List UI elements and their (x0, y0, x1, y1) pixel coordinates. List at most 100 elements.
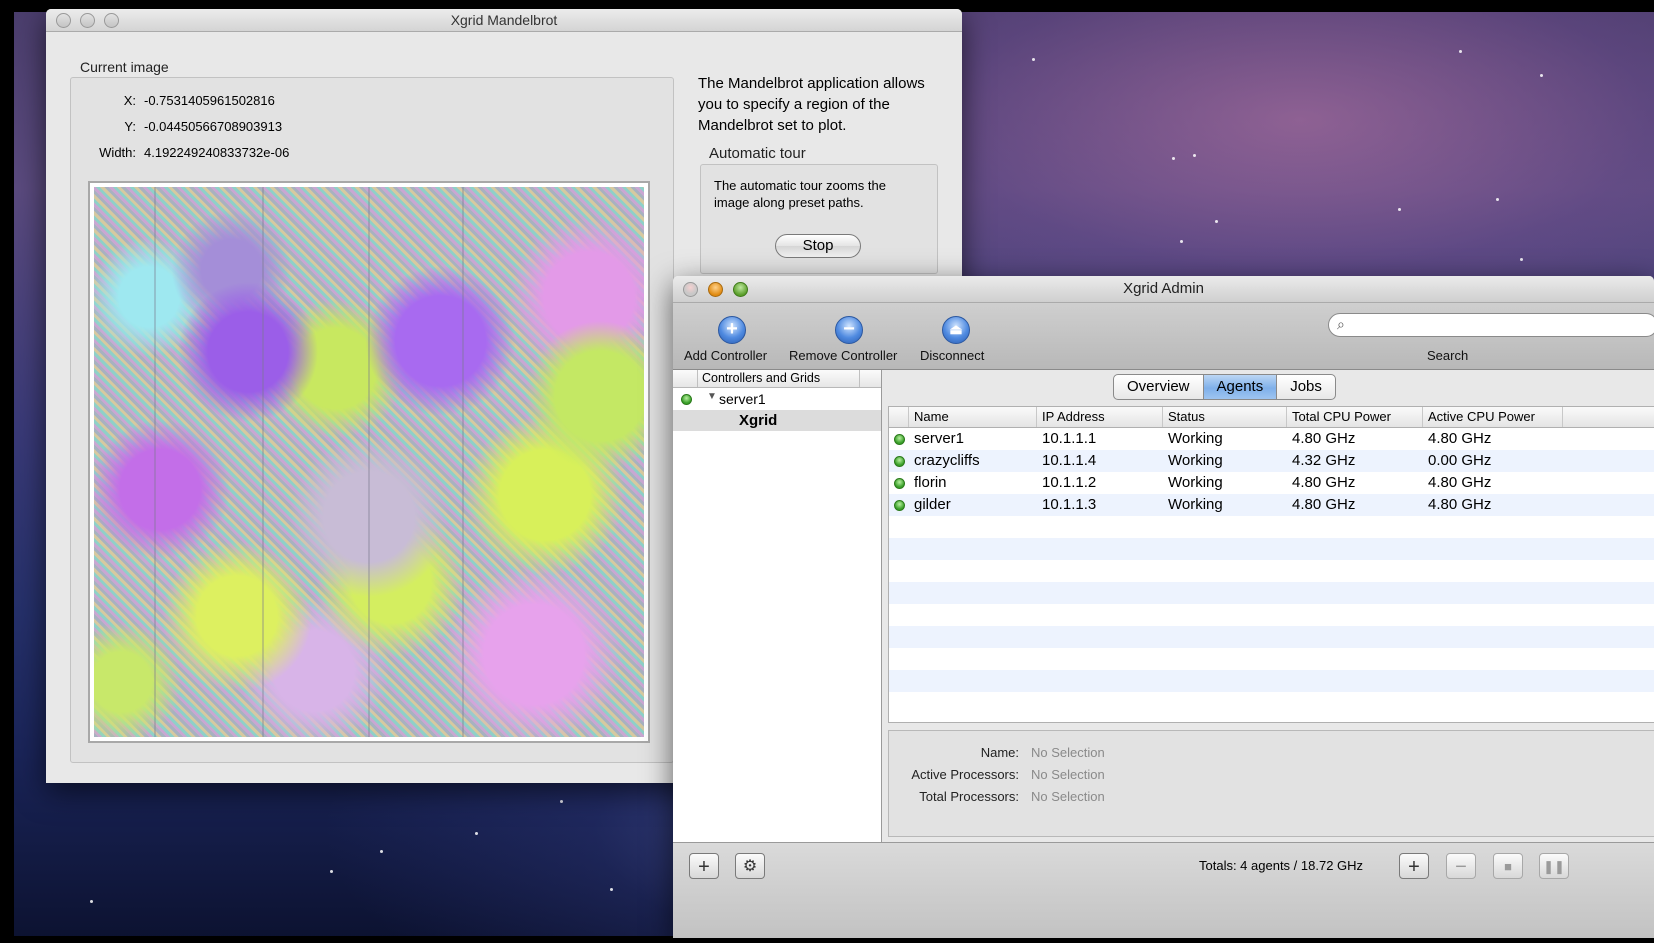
empty-row (889, 648, 1654, 670)
xgrid-admin-window: Xgrid Admin + Add Controller − Remove Co… (673, 276, 1654, 938)
minimize-button[interactable] (708, 282, 723, 297)
action-gear-button[interactable]: ⚙ (735, 853, 765, 879)
admin-toolbar: + Add Controller − Remove Controller ⏏ D… (673, 303, 1654, 370)
agent-ip: 10.1.1.2 (1042, 474, 1097, 491)
remove-agent-button[interactable]: − (1446, 853, 1476, 879)
agents-table: Name IP Address Status Total CPU Power A… (888, 406, 1654, 723)
star (1496, 198, 1499, 201)
column-status-dot[interactable] (889, 407, 909, 427)
column-active-cpu[interactable]: Active CPU Power (1423, 407, 1563, 427)
empty-row (889, 560, 1654, 582)
table-row[interactable]: florin 10.1.1.2 Working 4.80 GHz 4.80 GH… (889, 472, 1654, 494)
empty-row (889, 582, 1654, 604)
detail-name-value: No Selection (1031, 745, 1105, 760)
star (1180, 240, 1183, 243)
star (330, 870, 333, 873)
search-input[interactable] (1355, 317, 1639, 334)
star (610, 888, 613, 891)
star (1540, 74, 1543, 77)
mandelbrot-titlebar[interactable]: Xgrid Mandelbrot (46, 9, 962, 32)
agent-name: florin (914, 474, 947, 491)
agent-name: crazycliffs (914, 452, 980, 469)
table-row[interactable]: server1 10.1.1.1 Working 4.80 GHz 4.80 G… (889, 428, 1654, 450)
star (560, 800, 563, 803)
agent-status: Working (1168, 430, 1223, 447)
mandelbrot-image-frame[interactable] (88, 181, 650, 743)
width-value: 4.192249240833732e-06 (144, 145, 290, 160)
agent-details-panel: Name: No Selection Active Processors: No… (888, 730, 1654, 837)
table-row[interactable]: gilder 10.1.1.3 Working 4.80 GHz 4.80 GH… (889, 494, 1654, 516)
x-label: X: (123, 93, 136, 108)
sidebar-item-server1[interactable]: ▼ server1 (673, 389, 881, 409)
sidebar-item-xgrid[interactable]: Xgrid (673, 410, 881, 431)
empty-row (889, 692, 1654, 714)
search-icon: ⌕ (1337, 316, 1345, 332)
detail-name-label: Name: (980, 745, 1019, 760)
tab-overview[interactable]: Overview (1114, 375, 1204, 399)
tab-agents[interactable]: Agents (1203, 375, 1278, 399)
detail-active-value: No Selection (1031, 767, 1105, 782)
star (380, 850, 383, 853)
tab-jobs[interactable]: Jobs (1277, 375, 1335, 399)
star (1172, 157, 1175, 160)
star (1459, 50, 1462, 53)
close-button[interactable] (56, 13, 71, 28)
agent-name: server1 (914, 430, 965, 447)
pause-agent-button[interactable]: ❚❚ (1539, 853, 1569, 879)
window-title: Xgrid Mandelbrot (450, 12, 558, 28)
agent-active-cpu: 4.80 GHz (1428, 430, 1492, 447)
table-row[interactable]: crazycliffs 10.1.1.4 Working 4.32 GHz 0.… (889, 450, 1654, 472)
agent-ip: 10.1.1.1 (1042, 430, 1097, 447)
agent-status: Working (1168, 496, 1223, 513)
column-status[interactable]: Status (1163, 407, 1287, 427)
window-title: Xgrid Admin (1123, 280, 1204, 297)
totals-text: Totals: 4 agents / 18.72 GHz (1199, 858, 1364, 873)
star (1520, 258, 1523, 261)
agent-active-cpu: 4.80 GHz (1428, 474, 1492, 491)
detail-total-label: Total Processors: (919, 789, 1019, 804)
y-value: -0.04450566708903913 (144, 119, 283, 134)
view-tabs: Overview Agents Jobs (1113, 374, 1336, 400)
grid-name: Xgrid (739, 412, 778, 429)
agent-total-cpu: 4.80 GHz (1292, 430, 1356, 447)
agent-active-cpu: 4.80 GHz (1428, 496, 1492, 513)
add-controller-label: Add Controller (684, 348, 768, 363)
add-agent-button[interactable]: + (1399, 853, 1429, 879)
close-button[interactable] (683, 282, 698, 297)
add-button[interactable]: + (689, 853, 719, 879)
empty-row (889, 538, 1654, 560)
star (475, 832, 478, 835)
remove-icon: − (835, 316, 863, 344)
empty-row (889, 626, 1654, 648)
tour-title: Automatic tour (709, 145, 806, 162)
x-value: -0.7531405961502816 (144, 93, 275, 108)
search-field[interactable]: ⌕ (1328, 313, 1654, 337)
agent-status-icon (894, 434, 905, 445)
empty-row (889, 670, 1654, 692)
mandelbrot-image[interactable] (94, 187, 644, 737)
agent-status-icon (894, 500, 905, 511)
sidebar-header: Controllers and Grids (673, 370, 881, 388)
search-label: Search (1427, 348, 1469, 363)
star (90, 900, 93, 903)
agent-total-cpu: 4.32 GHz (1292, 452, 1356, 469)
disconnect-label: Disconnect (920, 348, 985, 363)
stop-button[interactable]: Stop (775, 234, 861, 258)
admin-titlebar[interactable]: Xgrid Admin (673, 276, 1654, 303)
column-total-cpu[interactable]: Total CPU Power (1287, 407, 1423, 427)
stop-agent-button[interactable]: ■ (1493, 853, 1523, 879)
zoom-button[interactable] (104, 13, 119, 28)
disclosure-triangle-icon[interactable]: ▼ (707, 391, 717, 402)
column-name[interactable]: Name (909, 407, 1037, 427)
width-label: Width: (99, 145, 136, 160)
minimize-button[interactable] (80, 13, 95, 28)
add-icon: + (718, 316, 746, 344)
zoom-button[interactable] (733, 282, 748, 297)
empty-row (889, 516, 1654, 538)
agent-status-icon (894, 478, 905, 489)
empty-row (889, 604, 1654, 626)
detail-total-value: No Selection (1031, 789, 1105, 804)
agent-status: Working (1168, 452, 1223, 469)
column-ip-address[interactable]: IP Address (1037, 407, 1163, 427)
description-text: The Mandelbrot application allows you to… (698, 75, 925, 134)
